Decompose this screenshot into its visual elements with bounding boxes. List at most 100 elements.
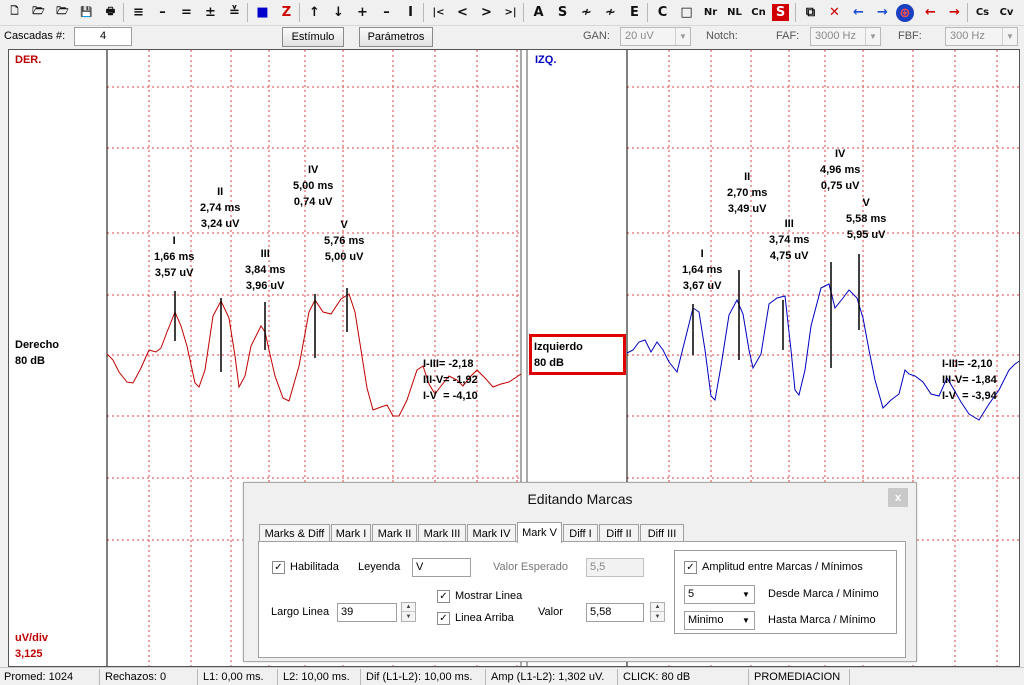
largo-linea-label: Largo Linea [271,606,330,618]
lines-2-icon[interactable]: = [176,2,197,23]
tab-mark-iii[interactable]: Mark III [418,524,466,542]
tab-mark-i[interactable]: Mark I [331,524,371,542]
e-letter-icon[interactable]: E [624,2,645,23]
line-step-icon[interactable]: ≚ [224,2,245,23]
spin-down-icon[interactable]: ▼ [651,612,664,621]
dialog-title: Editando Marcas [527,491,633,507]
tab-diff-i[interactable]: Diff I [563,524,598,542]
mostrar-linea-checkbox[interactable]: ✓ [437,590,450,603]
plus-icon[interactable]: + [352,2,373,23]
tab-diff-iii[interactable]: Diff III [640,524,684,542]
c-letter-icon[interactable]: C [652,2,673,23]
valor-input[interactable]: 5,58 [586,603,644,622]
habilitada-label: Habilitada [290,561,339,573]
arrow-right-red-icon[interactable]: → [944,2,965,23]
first-icon[interactable]: |< [428,2,449,23]
open-folder-icon[interactable]: 🗁 [52,2,73,23]
tab-mark-iv[interactable]: Mark IV [467,524,516,542]
arrow-left-red-icon[interactable]: ← [920,2,941,23]
line-h-icon[interactable]: – [152,2,173,23]
valor-esperado-input[interactable]: 5,5 [586,558,644,577]
z-icon[interactable]: Z [276,2,297,23]
tab-mark-ii[interactable]: Mark II [372,524,417,542]
red-s-icon[interactable]: S [772,4,789,21]
right-peak-v-label: V 5,76 ms 5,00 uV [324,219,365,263]
status-bar: Promed: 1024 Rechazos: 0 L1: 0,00 ms. L2… [0,667,1024,685]
color-blocks-icon[interactable]: ■ [252,2,273,23]
spin-down-icon[interactable]: ▼ [402,612,415,621]
arrow-left-blue-icon[interactable]: ← [848,2,869,23]
right-channel-level: 80 dB [15,355,45,367]
estimulo-button[interactable]: Estímulo [282,27,344,47]
toolbar-separator [423,3,424,22]
prev-icon[interactable]: < [452,2,473,23]
status-l2: L2: 10,00 ms. [279,669,361,685]
toolbar-separator [247,3,248,22]
nr-icon[interactable]: Nr [700,2,721,23]
cn-icon[interactable]: Cn [748,2,769,23]
parametros-button[interactable]: Parámetros [359,27,433,47]
cv-icon[interactable]: Cv [996,2,1017,23]
right-peak-i-label: I 1,66 ms 3,57 uV [154,235,195,279]
hasta-select[interactable]: Minimo ▼ [684,611,755,630]
leyenda-input[interactable]: V [412,558,471,577]
tab-mark-v[interactable]: Mark V [517,522,562,543]
toolbar-separator [523,3,524,22]
valor-spinner[interactable]: ▲ ▼ [650,602,665,622]
next-icon[interactable]: > [476,2,497,23]
lines-arrows-icon[interactable]: ± [200,2,221,23]
largo-linea-spinner[interactable]: ▲ ▼ [401,602,416,622]
tab-marks-diff[interactable]: Marks & Diff [259,524,330,542]
status-mode: PROMEDIACION [750,669,850,685]
gan-label: GAN: [583,30,610,42]
habilitada-checkbox[interactable]: ✓ [272,561,285,574]
left-channel-level: 80 dB [534,357,564,369]
cascadas-input[interactable]: 4 [74,27,132,46]
status-promed: Promed: 1024 [0,669,100,685]
arrow-down-icon[interactable]: ↓ [328,2,349,23]
minus-icon[interactable]: – [376,2,397,23]
i-cursor-icon[interactable]: I [400,2,421,23]
target-icon[interactable]: ⊕ [896,4,914,22]
fbf-select[interactable]: 300 Hz ▼ [945,27,1018,46]
nl-icon[interactable]: NL [724,2,745,23]
last-icon[interactable]: >| [500,2,521,23]
linea-arriba-checkbox[interactable]: ✓ [437,612,450,625]
toolbar-separator [647,3,648,22]
hasta-value: Minimo [688,614,724,626]
cs-icon[interactable]: Cs [972,2,993,23]
toolbar: 🗋 🗁 🗁 💾 🖶 ≡ – = ± ≚ ■ Z ↑ ↓ + – I |< < > >| A S ≁ ≁ E C □ Nr NL Cn S ⧉ ✕ ←… [0,0,1024,26]
faf-select[interactable]: 3000 Hz ▼ [810,27,881,46]
gan-select[interactable]: 20 uV ▼ [620,27,691,46]
scale-unit: uV/div [15,632,49,644]
new-file-icon[interactable]: 🗋 [4,2,25,23]
wave-double-icon[interactable]: ≁ [600,2,621,23]
mark-v-panel: ✓ Habilitada Leyenda V Valor Esperado 5,… [258,541,906,658]
close-icon[interactable]: x [888,488,908,507]
spin-up-icon[interactable]: ▲ [651,603,664,612]
parameter-bar: Cascadas #: 4 Estímulo Parámetros GAN: 2… [0,26,1024,69]
copy-icon[interactable]: ⧉ [800,2,821,23]
tab-diff-ii[interactable]: Diff II [599,524,639,542]
save-icon[interactable]: 💾 [76,2,97,23]
a-letter-icon[interactable]: A [528,2,549,23]
square-icon[interactable]: □ [676,2,697,23]
open-folder-icon[interactable]: 🗁 [28,2,49,23]
right-channel-name: Derecho [15,339,60,351]
print-icon[interactable]: 🖶 [100,2,121,23]
notch-label: Notch: [706,30,738,42]
largo-linea-input[interactable]: 39 [337,603,397,622]
arrow-up-icon[interactable]: ↑ [304,2,325,23]
spin-up-icon[interactable]: ▲ [402,603,415,612]
amplitud-label: Amplitud entre Marcas / Mínimos [702,561,863,573]
lines-icon[interactable]: ≡ [128,2,149,23]
delete-icon[interactable]: ✕ [824,2,845,23]
desde-select[interactable]: 5 ▼ [684,585,755,604]
toolbar-separator [123,3,124,22]
wave-icon[interactable]: ≁ [576,2,597,23]
arrow-right-blue-icon[interactable]: → [872,2,893,23]
s-letter-icon[interactable]: S [552,2,573,23]
left-channel-label-box[interactable]: Izquierdo 80 dB [529,334,626,375]
amplitud-checkbox[interactable]: ✓ [684,561,697,574]
right-interpeak-diffs: I-III= -2,18 III-V= -1,92 I-V = -4,10 [423,358,478,402]
